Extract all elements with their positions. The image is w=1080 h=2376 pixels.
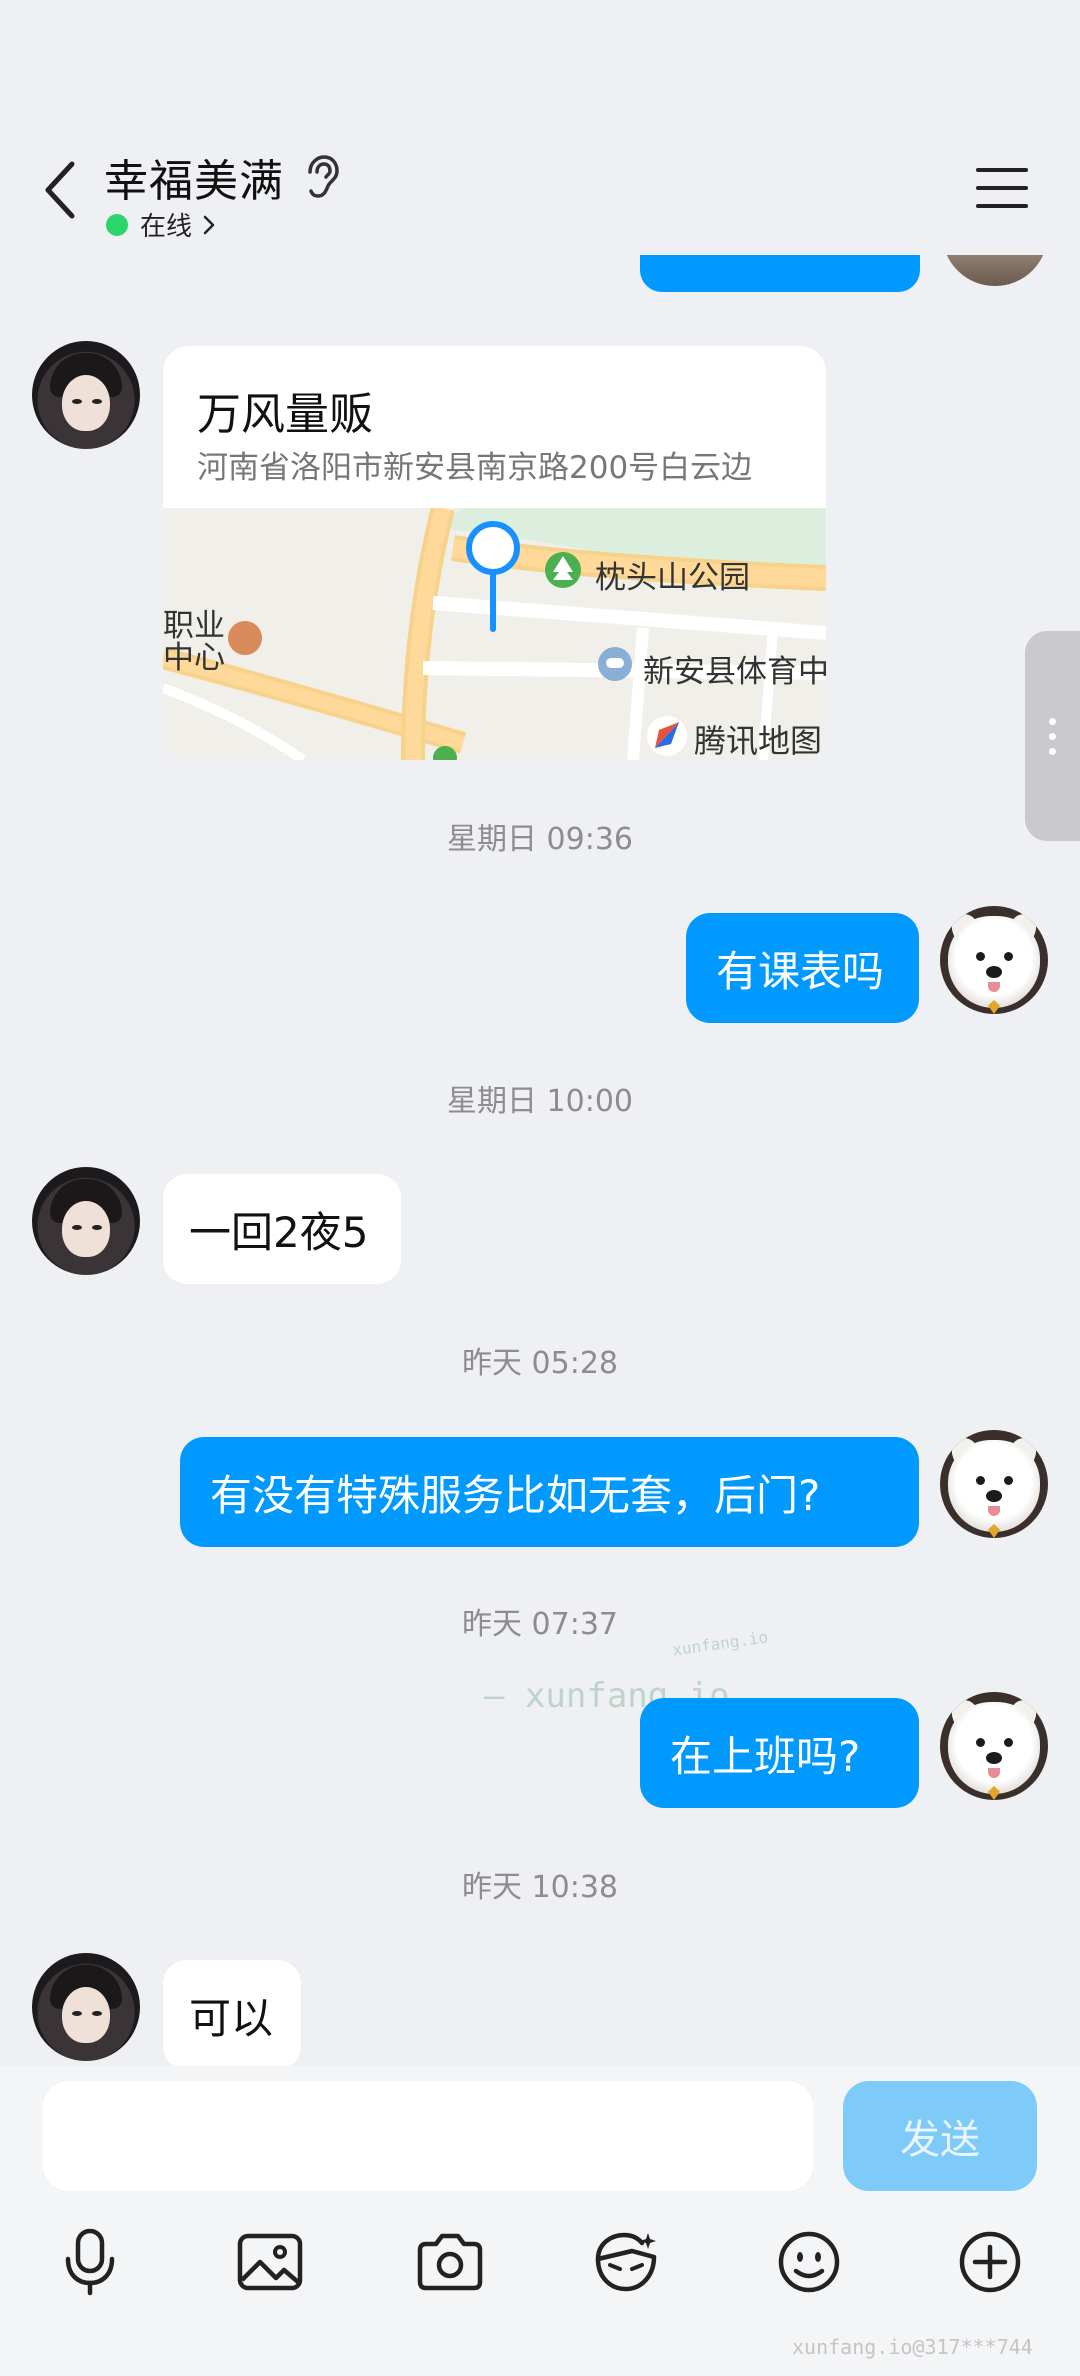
outgoing-message[interactable]: 有没有特殊服务比如无套，后门? <box>180 1437 919 1547</box>
camera-icon[interactable] <box>413 2225 487 2299</box>
footer-watermark: xunfang.io@317***744 <box>792 2335 1033 2359</box>
microphone-icon[interactable] <box>53 2225 127 2299</box>
location-name: 万风量贩 <box>197 389 373 440</box>
back-chevron-icon <box>45 161 75 219</box>
title-row[interactable]: 幸福美满 <box>104 145 342 209</box>
ear-icon[interactable] <box>302 154 342 200</box>
my-avatar[interactable] <box>940 906 1048 1014</box>
location-map[interactable]: 枕头山公园 新安县体育中 职业 中心 腾讯地图 <box>163 508 826 760</box>
send-button[interactable]: 发送 <box>843 2081 1037 2191</box>
my-avatar[interactable] <box>940 1692 1048 1800</box>
timestamp: 昨天 10:38 <box>462 1870 618 1905</box>
my-avatar[interactable] <box>940 1430 1048 1538</box>
contact-avatar[interactable] <box>32 1953 140 2061</box>
map-label-left-bottom: 中心 <box>163 640 225 676</box>
status-text: 在线 <box>140 212 193 242</box>
emoji-icon[interactable] <box>772 2225 846 2299</box>
back-button[interactable] <box>30 150 90 230</box>
message-input[interactable] <box>43 2081 813 2191</box>
online-dot <box>106 213 128 236</box>
incoming-message[interactable]: 一回2夜5 <box>163 1174 401 1284</box>
online-status[interactable]: 在线 <box>106 206 216 243</box>
location-message-card[interactable]: 万风量贩 河南省洛阳市新安县南京路200号白云边 枕头山公园 新安县体育中 职业… <box>163 346 826 760</box>
contact-avatar[interactable] <box>32 1167 140 1275</box>
contact-avatar[interactable] <box>32 341 140 449</box>
contact-name: 幸福美满 <box>104 156 284 207</box>
menu-icon[interactable] <box>974 160 1030 216</box>
timestamp: 昨天 05:28 <box>462 1346 618 1381</box>
timestamp: 星期日 09:36 <box>447 822 633 857</box>
sticker-icon[interactable] <box>590 2225 664 2299</box>
timestamp: 昨天 07:37 <box>462 1607 618 1642</box>
chevron-right-icon <box>203 215 215 234</box>
outgoing-message[interactable]: 在上班吗? <box>640 1698 919 1808</box>
location-address: 河南省洛阳市新安县南京路200号白云边 <box>197 450 753 486</box>
outgoing-message[interactable]: 有课表吗 <box>686 913 919 1023</box>
timestamp: 星期日 10:00 <box>447 1084 633 1119</box>
chat-screen: 幸福美满 在线 万风量贩 河南省洛阳市新安县南京路200号白云边 枕头山公园 新… <box>0 0 1080 2376</box>
side-panel-handle[interactable] <box>1025 631 1080 841</box>
tencent-map-logo: 腾讯地图 <box>694 722 823 760</box>
chat-header: 幸福美满 在线 <box>0 0 1080 255</box>
incoming-message[interactable]: 可以 <box>163 1960 301 2070</box>
map-label-park: 枕头山公园 <box>595 560 750 596</box>
plus-icon[interactable] <box>953 2225 1027 2299</box>
image-icon[interactable] <box>233 2225 307 2299</box>
map-label-stadium: 新安县体育中 <box>643 654 826 690</box>
